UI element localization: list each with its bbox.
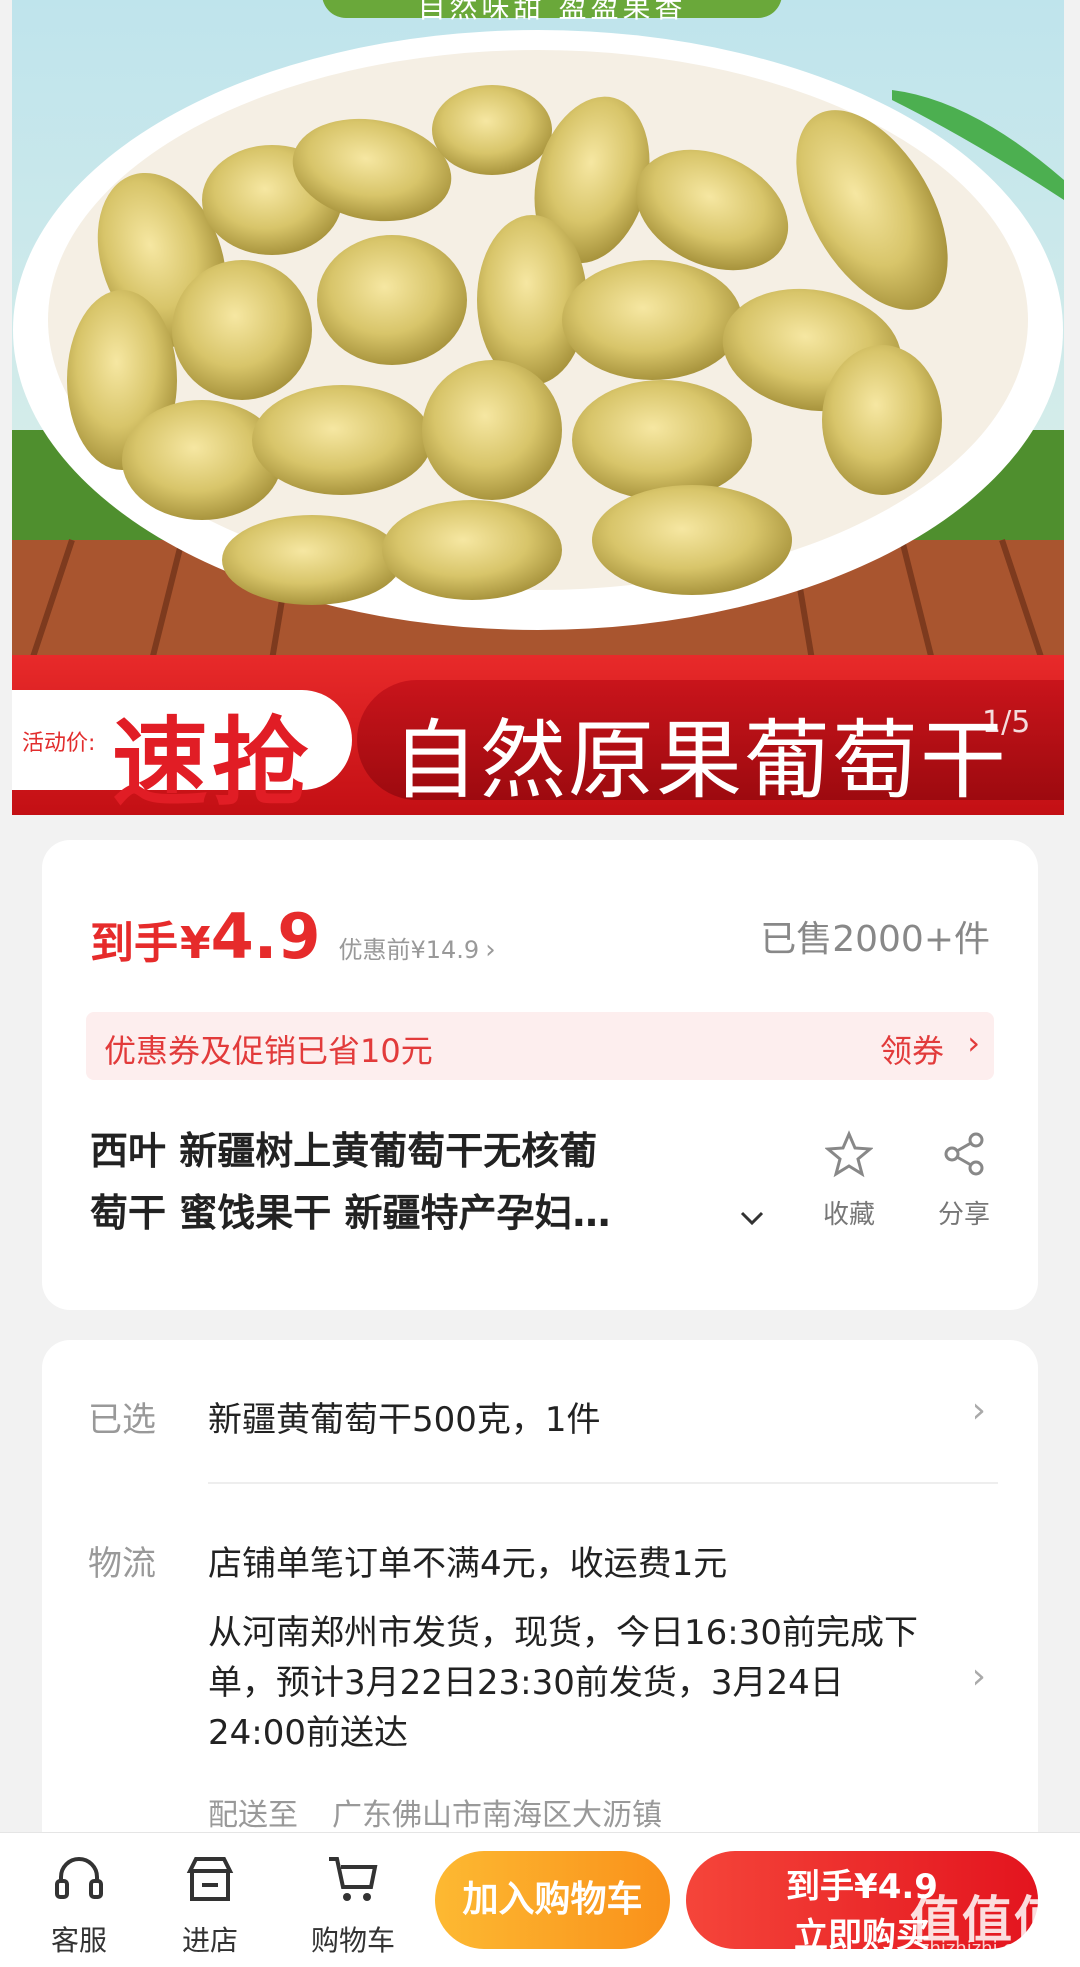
ship-to-label: 配送至 bbox=[208, 1798, 298, 1833]
share-label: 分享 bbox=[937, 1200, 990, 1230]
product-image-carousel[interactable]: 自然味甜 盈盈果香 活动价: 速抢 自然原果葡萄干 1/5 bbox=[12, 0, 1064, 815]
carousel-page-indicator: 1/5 bbox=[982, 705, 1031, 740]
price-row: 到手 ¥ 4.9 优惠前¥14.9 › bbox=[90, 900, 496, 973]
product-title: 西叶 新疆树上黄葡萄干无核葡 萄干 蜜饯果干 新疆特产孕妇… bbox=[90, 1120, 710, 1244]
selected-label: 已选 bbox=[88, 1400, 156, 1440]
chevron-right-icon[interactable]: › bbox=[972, 1656, 986, 1697]
divider bbox=[208, 1482, 998, 1484]
banner-price-label: 活动价: bbox=[22, 731, 96, 756]
banner-title: 自然原果葡萄干 bbox=[392, 711, 1008, 811]
customer-service-tab[interactable]: 客服 bbox=[24, 1851, 134, 1959]
watermark-url: zhizhizhi.com bbox=[920, 1938, 1042, 1959]
share-icon bbox=[944, 1132, 984, 1176]
ship-to-address: 广东佛山市南海区大沥镇 bbox=[332, 1798, 662, 1833]
logistics-label: 物流 bbox=[88, 1544, 156, 1584]
product-title-line-1: 西叶 新疆树上黄葡萄干无核葡 bbox=[90, 1129, 598, 1173]
customer-service-label: 客服 bbox=[50, 1924, 107, 1957]
get-coupon-link[interactable]: 领券 bbox=[880, 1026, 944, 1072]
store-label: 进店 bbox=[181, 1924, 238, 1957]
store-tab[interactable]: 进店 bbox=[155, 1851, 265, 1959]
shopping-cart-icon bbox=[329, 1857, 378, 1901]
shipping-detail-text: 从河南郑州市发货，现货，今日16:30前完成下单，预计3月22日23:30前发货… bbox=[208, 1613, 918, 1753]
selected-value: 新疆黄葡萄干500克，1件 bbox=[208, 1400, 601, 1440]
star-icon bbox=[824, 1130, 874, 1178]
chevron-right-icon[interactable]: › bbox=[972, 1390, 986, 1431]
cart-label: 购物车 bbox=[310, 1924, 395, 1957]
price-before-discount[interactable]: 优惠前¥14.9 bbox=[338, 930, 479, 965]
favorite-button[interactable]: 收藏 bbox=[807, 1130, 891, 1231]
price-amount: 4.9 bbox=[210, 900, 321, 973]
shipping-fee-text: 店铺单笔订单不满4元，收运费1元 bbox=[208, 1544, 728, 1584]
coupon-bar[interactable]: 优惠券及促销已省10元 领券 › bbox=[86, 1012, 994, 1080]
banner-rush-label: 速抢 bbox=[112, 707, 312, 815]
product-detail-page: 自然味甜 盈盈果香 活动价: 速抢 自然原果葡萄干 1/5 到手 ¥ 4.9 优… bbox=[0, 0, 1080, 1967]
hero-top-text: 自然味甜 盈盈果香 bbox=[417, 0, 687, 24]
coupon-savings-text: 优惠券及促销已省10元 bbox=[104, 1032, 433, 1070]
add-to-cart-button[interactable]: 加入购物车 bbox=[435, 1851, 670, 1949]
price-prefix: 到手 bbox=[90, 918, 178, 969]
chevron-down-icon[interactable] bbox=[732, 1198, 772, 1238]
chevron-right-icon[interactable]: › bbox=[485, 935, 495, 965]
price-currency: ¥ bbox=[180, 918, 211, 969]
share-button[interactable]: 分享 bbox=[922, 1130, 1006, 1231]
cart-tab[interactable]: 购物车 bbox=[298, 1851, 408, 1959]
sold-count: 已售2000+件 bbox=[760, 919, 990, 960]
store-icon bbox=[186, 1857, 234, 1901]
price-card: 到手 ¥ 4.9 优惠前¥14.9 › 已售2000+件 优惠券及促销已省10元… bbox=[42, 840, 1038, 1310]
favorite-label: 收藏 bbox=[822, 1200, 875, 1230]
product-title-line-2: 萄干 蜜饯果干 新疆特产孕妇… bbox=[90, 1191, 611, 1235]
headset-icon bbox=[55, 1857, 103, 1899]
chevron-right-icon[interactable]: › bbox=[967, 1024, 980, 1062]
